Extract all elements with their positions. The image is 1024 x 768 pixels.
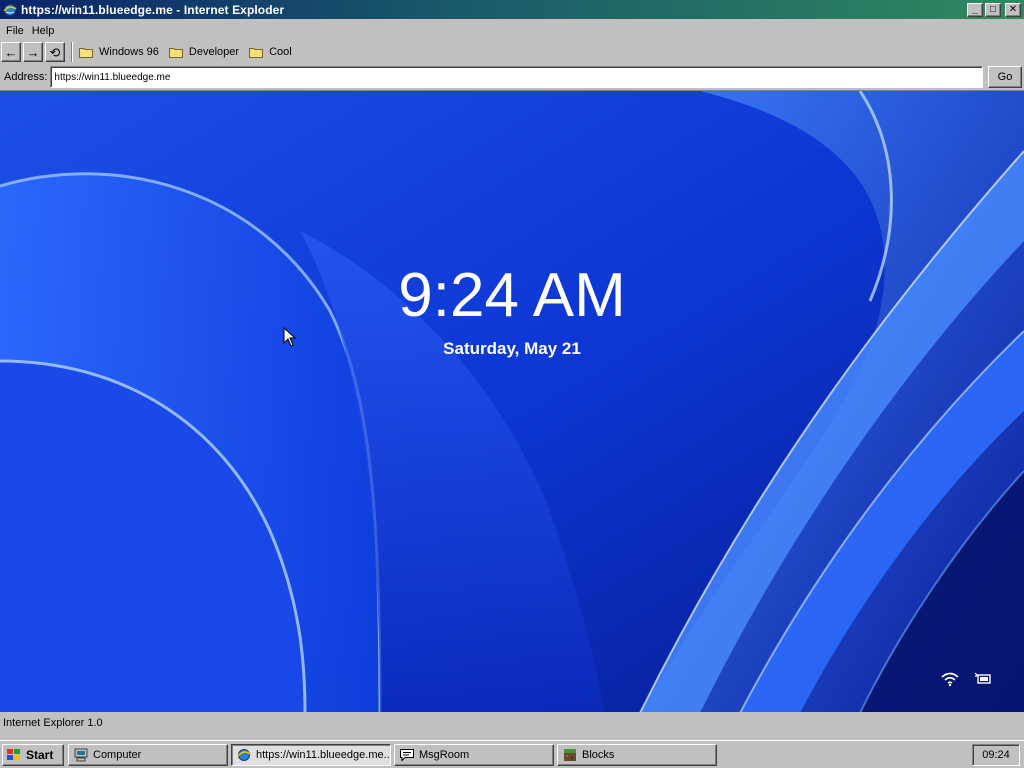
page-viewport[interactable]: 9:24 AM Saturday, May 21 xyxy=(0,90,1024,712)
task-label: https://win11.blueedge.me... xyxy=(256,748,391,761)
back-button[interactable]: ← xyxy=(1,42,21,62)
internet-exploder-icon xyxy=(3,3,17,17)
task-label: Blocks xyxy=(582,748,615,761)
taskbar: Start Computer https://win11.blueedge.me… xyxy=(0,740,1024,768)
start-button[interactable]: Start xyxy=(2,743,64,766)
mouse-cursor-icon xyxy=(283,327,297,347)
maximize-button[interactable]: □ xyxy=(985,2,1001,17)
task-label: MsgRoom xyxy=(419,748,470,761)
start-label: Start xyxy=(26,747,54,762)
window-title-bar[interactable]: https://win11.blueedge.me - Internet Exp… xyxy=(0,0,1024,19)
forward-button[interactable]: → xyxy=(23,42,43,62)
address-input[interactable] xyxy=(54,71,979,83)
wifi-icon xyxy=(941,672,959,687)
status-bar: Internet Explorer 1.0 xyxy=(0,713,1024,733)
bookmark-cool[interactable]: Cool xyxy=(249,46,292,58)
bookmark-windows-96[interactable]: Windows 96 xyxy=(79,46,159,58)
folder-icon xyxy=(79,47,93,58)
minimize-button[interactable]: _ xyxy=(967,2,983,17)
menu-file[interactable]: File xyxy=(2,25,28,37)
chat-icon xyxy=(400,748,414,762)
task-computer[interactable]: Computer xyxy=(68,743,228,766)
bookmark-label: Windows 96 xyxy=(99,46,159,58)
status-text: Internet Explorer 1.0 xyxy=(3,717,103,729)
toolbar-separator xyxy=(71,42,73,62)
go-button[interactable]: Go xyxy=(988,66,1022,88)
bookmark-developer[interactable]: Developer xyxy=(168,46,240,58)
computer-icon xyxy=(74,748,88,761)
close-button[interactable]: ✕ xyxy=(1005,2,1021,17)
bookmark-label: Cool xyxy=(269,46,292,58)
wallpaper-image xyxy=(0,91,1024,712)
address-bar: Address: Go xyxy=(0,64,1024,90)
window-title: https://win11.blueedge.me - Internet Exp… xyxy=(21,2,285,17)
task-msgroom[interactable]: MsgRoom xyxy=(394,743,554,766)
bookmark-label: Developer xyxy=(188,46,240,58)
lockscreen-time: 9:24 AM xyxy=(398,261,626,330)
address-field-container xyxy=(50,66,983,88)
folder-icon xyxy=(168,47,183,58)
toolbar: ← → ⟲ Windows 96 Developer Cool xyxy=(0,41,1024,63)
menu-bar: File Help xyxy=(0,21,1024,41)
task-label: Computer xyxy=(93,748,142,761)
address-label: Address: xyxy=(4,71,48,83)
refresh-button[interactable]: ⟲ xyxy=(45,42,65,62)
menu-help[interactable]: Help xyxy=(28,25,59,37)
task-browser[interactable]: https://win11.blueedge.me... xyxy=(231,743,391,766)
battery-icon xyxy=(974,672,991,684)
folder-icon xyxy=(249,47,264,58)
tray-clock[interactable]: 09:24 xyxy=(972,743,1020,766)
browser-globe-icon xyxy=(237,748,251,761)
blocks-icon xyxy=(564,748,576,761)
windows-logo-icon xyxy=(7,748,20,760)
task-blocks[interactable]: Blocks xyxy=(557,743,717,766)
lockscreen-date: Saturday, May 21 xyxy=(443,339,581,358)
